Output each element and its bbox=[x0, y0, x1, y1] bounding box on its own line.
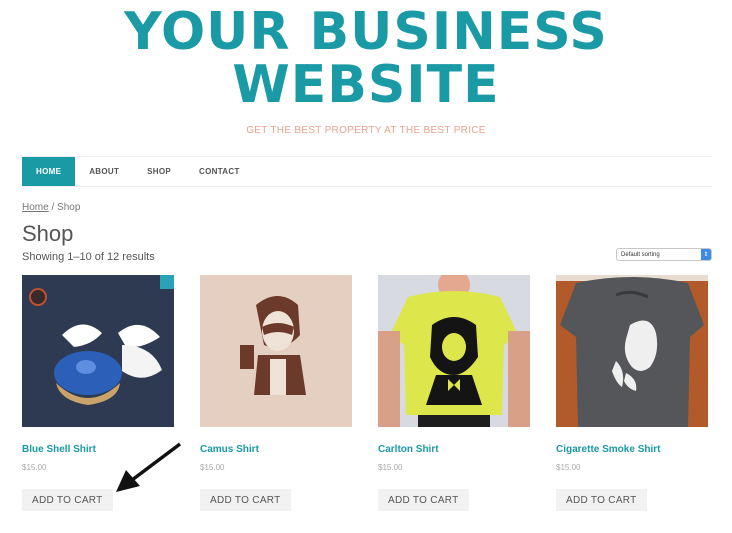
sorting-select[interactable]: Default sorting ⇕ bbox=[616, 248, 712, 261]
product-price: $15.00 bbox=[378, 463, 403, 472]
add-to-cart-button[interactable]: ADD TO CART bbox=[378, 489, 469, 511]
breadcrumb-current: Shop bbox=[57, 202, 81, 213]
product-card: Carlton Shirt $15.00 ADD TO CART bbox=[378, 275, 530, 511]
result-count: Showing 1–10 of 12 results bbox=[22, 251, 155, 263]
product-card: Blue Shell Shirt $15.00 ADD TO CART bbox=[22, 275, 174, 511]
product-image[interactable] bbox=[200, 275, 352, 427]
add-to-cart-button[interactable]: ADD TO CART bbox=[200, 489, 291, 511]
main-nav: HOME ABOUT SHOP CONTACT bbox=[22, 156, 712, 187]
site-title-line1: YOUR BUSINESS bbox=[124, 2, 608, 62]
product-name-link[interactable]: Carlton Shirt bbox=[378, 444, 439, 455]
product-name-link[interactable]: Camus Shirt bbox=[200, 444, 259, 455]
annotation-arrow-icon bbox=[116, 442, 182, 492]
add-to-cart-button[interactable]: ADD TO CART bbox=[556, 489, 647, 511]
site-title[interactable]: YOUR BUSINESS WEBSITE bbox=[0, 6, 732, 112]
product-price: $15.00 bbox=[556, 463, 581, 472]
product-name-link[interactable]: Blue Shell Shirt bbox=[22, 444, 96, 455]
product-name-link[interactable]: Cigarette Smoke Shirt bbox=[556, 444, 660, 455]
product-card: Camus Shirt $15.00 ADD TO CART bbox=[200, 275, 352, 511]
breadcrumb: Home / Shop bbox=[22, 202, 80, 213]
sorting-selected-value: Default sorting bbox=[621, 251, 660, 258]
breadcrumb-home-link[interactable]: Home bbox=[22, 202, 49, 213]
nav-item-shop[interactable]: SHOP bbox=[133, 157, 185, 186]
product-image[interactable] bbox=[378, 275, 530, 427]
site-tagline: GET THE BEST PROPERTY AT THE BEST PRICE bbox=[246, 125, 486, 136]
nav-item-contact[interactable]: CONTACT bbox=[185, 157, 254, 186]
nav-item-about[interactable]: ABOUT bbox=[75, 157, 133, 186]
product-image[interactable] bbox=[556, 275, 708, 427]
page-title: Shop bbox=[22, 221, 74, 246]
add-to-cart-button[interactable]: ADD TO CART bbox=[22, 489, 113, 511]
breadcrumb-separator: / bbox=[48, 202, 58, 213]
product-card: Cigarette Smoke Shirt $15.00 ADD TO CART bbox=[556, 275, 708, 511]
product-image[interactable] bbox=[22, 275, 174, 427]
site-title-line2: WEBSITE bbox=[232, 55, 500, 115]
select-arrows-icon: ⇕ bbox=[701, 249, 711, 260]
product-price: $15.00 bbox=[200, 463, 225, 472]
nav-item-home[interactable]: HOME bbox=[22, 157, 76, 186]
product-price: $15.00 bbox=[22, 463, 47, 472]
